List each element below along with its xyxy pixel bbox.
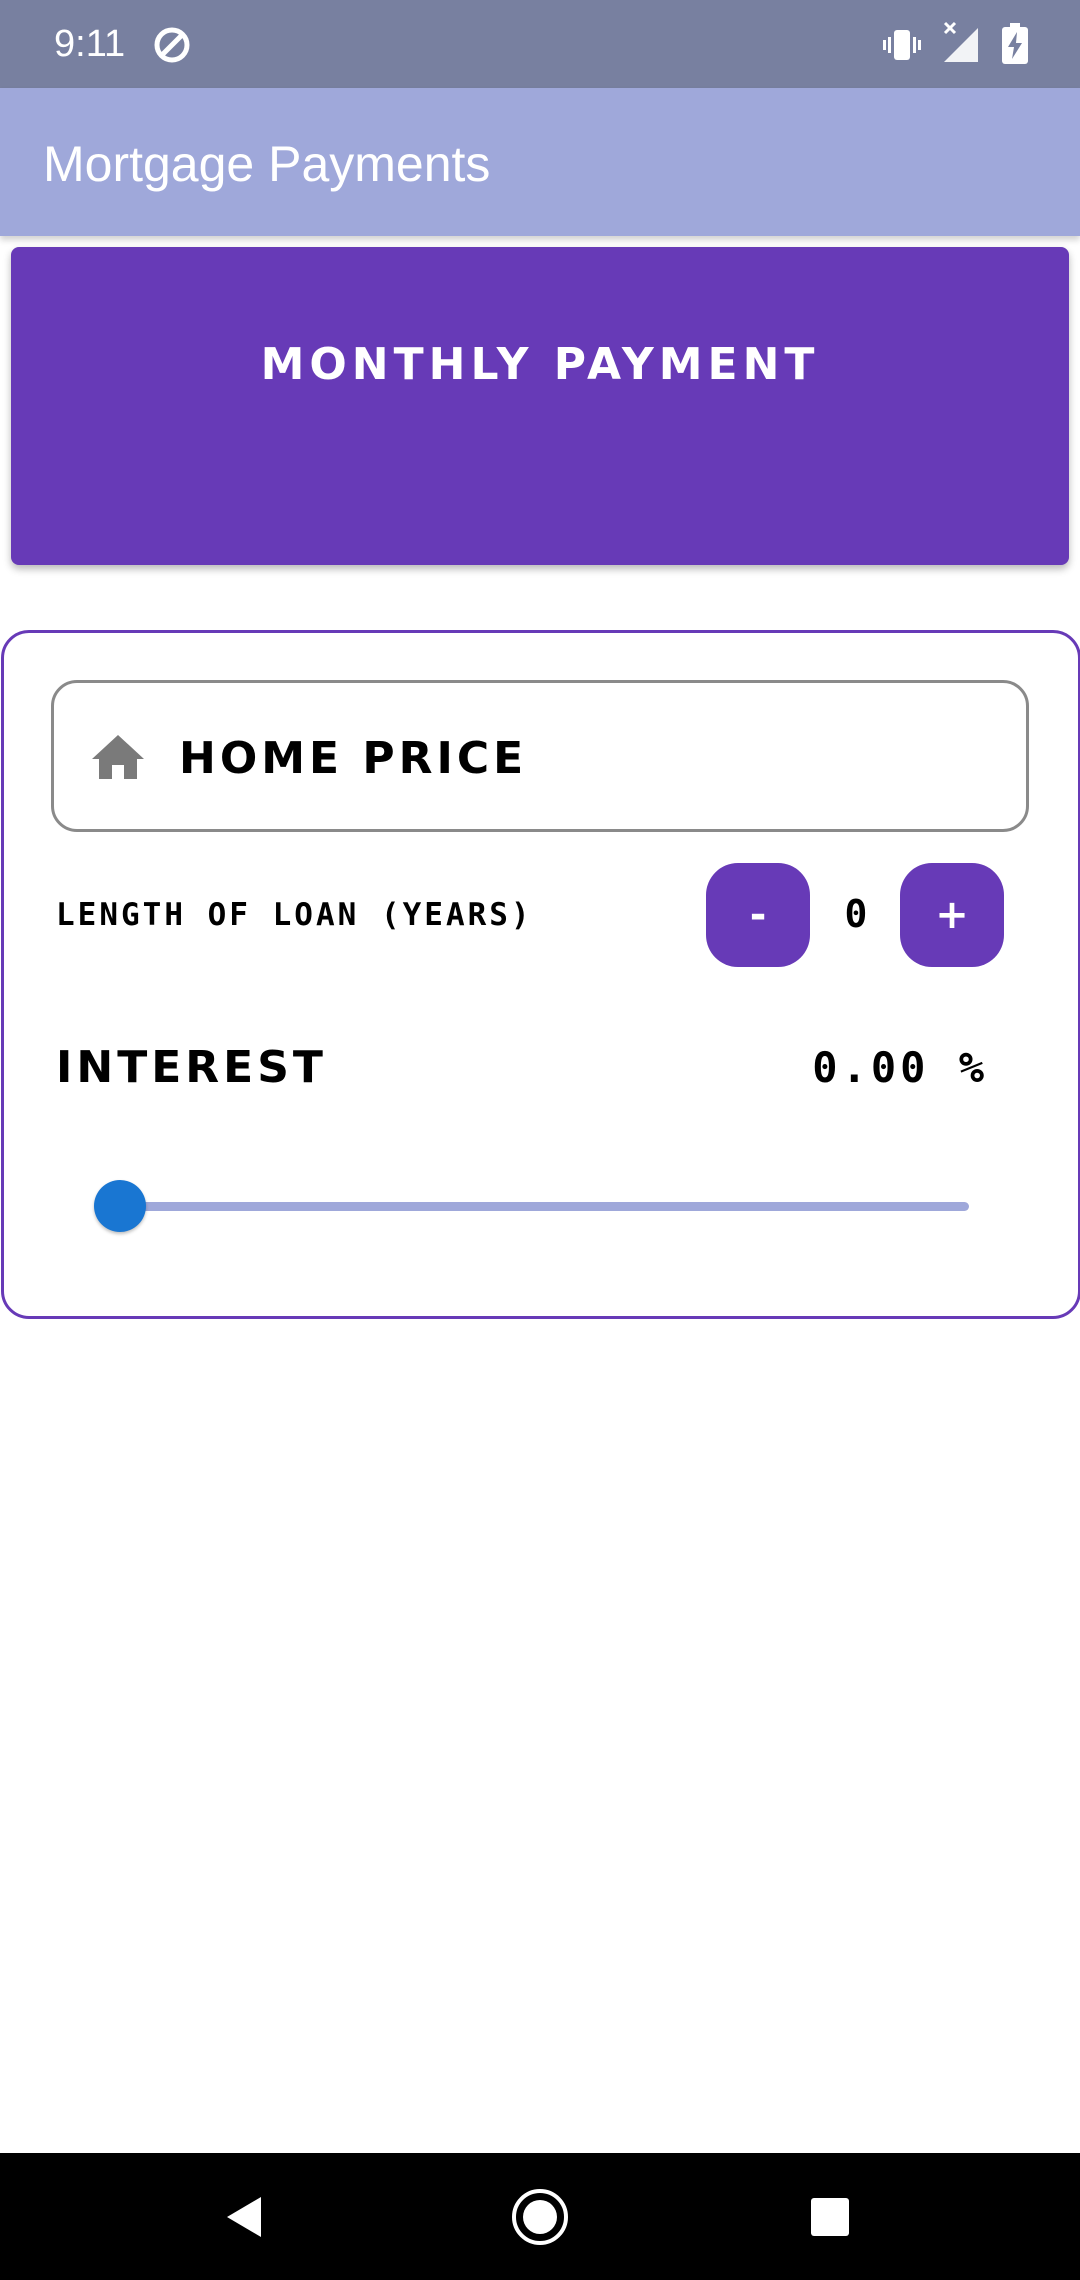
app-bar: Mortgage Payments	[0, 88, 1080, 236]
no-signal-icon	[940, 20, 980, 68]
home-icon	[90, 733, 146, 781]
vibrate-icon	[882, 25, 922, 69]
battery-charging-icon	[1000, 22, 1030, 70]
do-not-disturb-icon	[152, 25, 192, 69]
interest-label: INTEREST	[56, 1042, 327, 1093]
increment-years-button[interactable]: +	[900, 863, 1004, 967]
back-icon[interactable]	[145, 2153, 345, 2280]
interest-slider[interactable]	[94, 1178, 969, 1234]
interest-value: 0.00 %	[812, 1043, 988, 1092]
navigation-bar	[0, 2153, 1080, 2280]
status-time: 9:11	[54, 23, 126, 65]
recents-icon[interactable]	[730, 2153, 930, 2280]
home-price-input[interactable]	[179, 728, 999, 788]
status-bar: 9:11	[0, 0, 1080, 88]
loan-years-value: 0	[844, 892, 868, 936]
interest-slider-track[interactable]	[116, 1202, 969, 1211]
decrement-years-button[interactable]: -	[706, 863, 810, 967]
loan-inputs-card: LENGTH OF LOAN (YEARS) - 0 + INTEREST 0.…	[1, 630, 1080, 1319]
home-circle-icon[interactable]	[440, 2153, 640, 2280]
app-title: Mortgage Payments	[43, 136, 491, 192]
monthly-payment-label: MONTHLY PAYMENT	[260, 339, 820, 390]
home-price-field[interactable]	[51, 680, 1029, 832]
loan-length-label: LENGTH OF LOAN (YEARS)	[56, 897, 533, 933]
interest-slider-thumb[interactable]	[94, 1180, 146, 1232]
monthly-payment-card: MONTHLY PAYMENT	[11, 247, 1069, 565]
